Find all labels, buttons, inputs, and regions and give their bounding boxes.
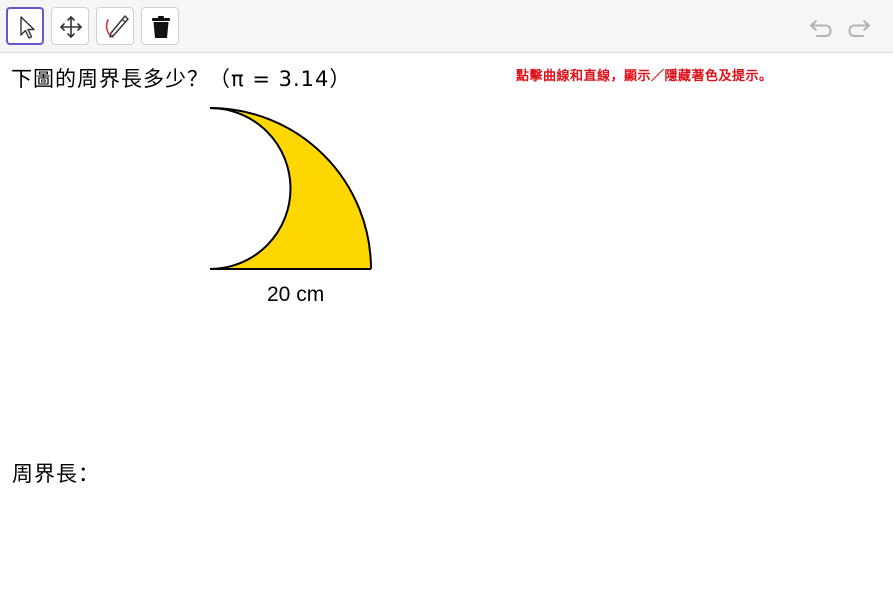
delete-icon bbox=[152, 16, 170, 38]
pen-tool-button[interactable] bbox=[96, 7, 134, 45]
delete-tool-button[interactable] bbox=[141, 7, 179, 45]
pen-icon bbox=[105, 15, 129, 38]
question-text: 下圖的周界長多少？（π = 3.14） bbox=[11, 67, 352, 91]
redo-icon bbox=[848, 20, 870, 37]
undo-icon bbox=[810, 20, 832, 37]
move-graphics-view-button[interactable] bbox=[51, 7, 89, 45]
move-graphics-view-icon bbox=[60, 16, 82, 38]
base-length-label: 20 cm bbox=[267, 283, 325, 306]
hint-text: 點擊曲線和直線，顯示／隱藏著色及提示。 bbox=[516, 69, 773, 84]
graphics-view[interactable]: 下圖的周界長多少？（π = 3.14） 點擊曲線和直線，顯示／隱藏著色及提示。 … bbox=[0, 53, 893, 606]
redo-button[interactable] bbox=[843, 12, 873, 42]
undo-button[interactable] bbox=[807, 12, 837, 42]
toolbar bbox=[0, 0, 893, 53]
answer-label: 周界長： bbox=[12, 462, 100, 486]
move-tool-button[interactable] bbox=[6, 7, 44, 45]
move-tool-icon bbox=[20, 16, 35, 39]
geometry-figure bbox=[209, 107, 372, 270]
geogebra-applet: 下圖的周界長多少？（π = 3.14） 點擊曲線和直線，顯示／隱藏著色及提示。 … bbox=[0, 0, 893, 606]
